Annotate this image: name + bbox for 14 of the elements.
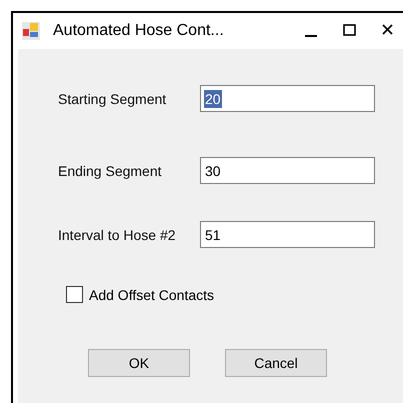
- window-title: Automated Hose Cont...: [53, 22, 224, 40]
- field-label: Interval to Hose #2: [58, 226, 177, 242]
- input-field[interactable]: 20: [200, 85, 375, 112]
- input-field[interactable]: 30: [200, 157, 375, 184]
- app-icon: [22, 22, 40, 40]
- cancel-button[interactable]: Cancel: [225, 349, 327, 377]
- input-field[interactable]: 51: [200, 221, 375, 248]
- ok-button[interactable]: OK: [88, 349, 190, 377]
- field-label: Starting Segment: [58, 90, 168, 106]
- close-icon[interactable]: [382, 24, 393, 35]
- checkbox[interactable]: [66, 286, 83, 303]
- maximize-icon[interactable]: [343, 24, 356, 36]
- checkbox-label: Add Offset Contacts: [89, 286, 214, 302]
- field-label: Ending Segment: [58, 162, 163, 178]
